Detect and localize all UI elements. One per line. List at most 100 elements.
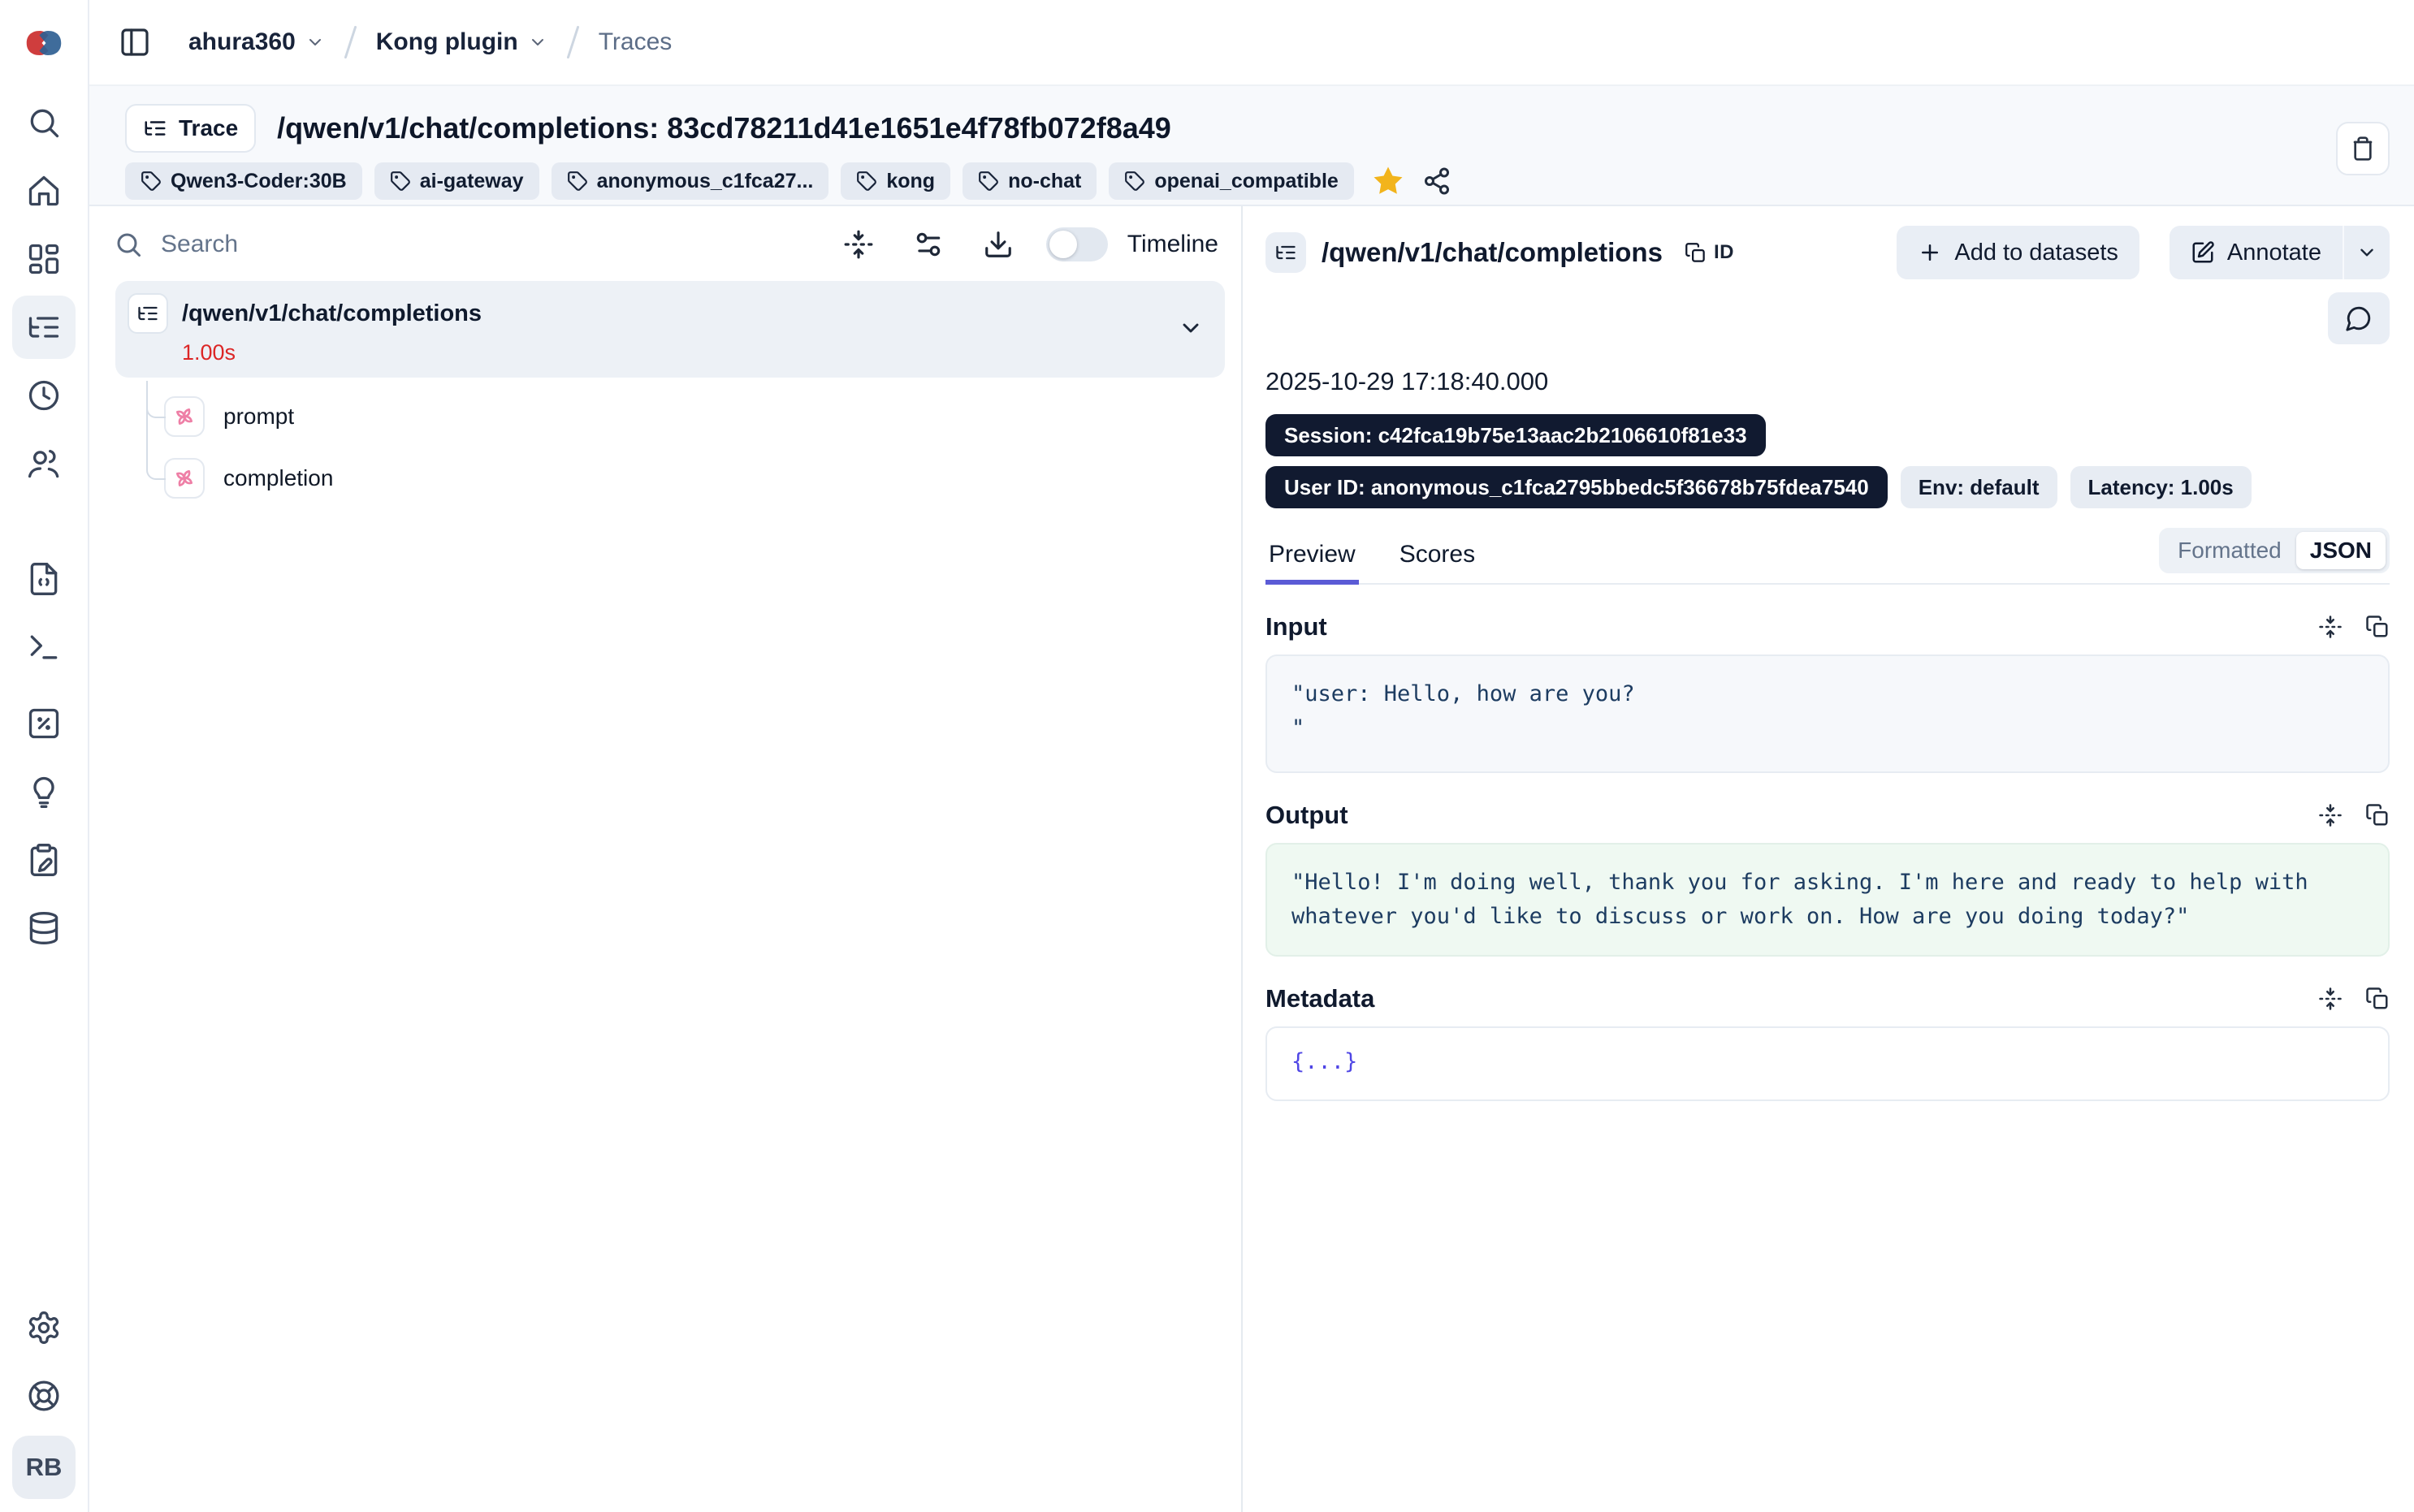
trace-badge-label: Trace <box>179 115 238 141</box>
list-tree-icon <box>26 309 62 345</box>
breadcrumb-project-label: Kong plugin <box>376 28 518 56</box>
user-id-badge[interactable]: User ID: anonymous_c1fca2795bbedc5f36678… <box>1265 466 1888 508</box>
tree-node-label: prompt <box>223 404 294 430</box>
share-button[interactable] <box>1422 166 1451 196</box>
lightbulb-icon <box>26 774 62 810</box>
view-settings-button[interactable] <box>913 229 944 260</box>
sidebar-item-home[interactable] <box>12 159 76 222</box>
tree-node-prompt[interactable]: prompt <box>115 394 1225 439</box>
copy-id-button[interactable]: ID <box>1685 241 1734 264</box>
detail-tabs: Preview Scores Formatted JSON <box>1265 528 2390 585</box>
tag-chip[interactable]: ai-gateway <box>374 162 539 200</box>
tag-icon <box>978 171 999 192</box>
copy-icon <box>2365 803 2390 827</box>
input-content: "user: Hello, how are you?" <box>1265 654 2390 773</box>
home-icon <box>26 173 62 209</box>
detail-header: /qwen/v1/chat/completions ID Add to data… <box>1265 226 2390 279</box>
sidebar-item-tracing[interactable] <box>12 296 76 359</box>
sidebar: RB <box>0 0 89 1512</box>
list-tree-icon <box>136 302 159 325</box>
sidebar-item-evaluators[interactable] <box>12 760 76 823</box>
trace-type-badge: Trace <box>125 104 256 153</box>
sidebar-item-playground[interactable] <box>12 616 76 679</box>
top-bar: ahura360 Kong plugin Traces <box>89 0 2414 86</box>
download-button[interactable] <box>983 229 1014 260</box>
comment-bubble-icon <box>2345 305 2373 332</box>
sidebar-item-annotation[interactable] <box>12 828 76 892</box>
app-logo[interactable] <box>0 0 88 86</box>
session-badge[interactable]: Session: c42fca19b75e13aac2b2106610f81e3… <box>1265 414 1766 456</box>
breadcrumb-org-label: ahura360 <box>188 28 296 56</box>
sidebar-item-settings[interactable] <box>12 1296 76 1359</box>
tab-scores[interactable]: Scores <box>1396 541 1478 583</box>
sidebar-toggle-button[interactable] <box>110 18 159 67</box>
pinwheel-icon <box>171 404 197 430</box>
collapse-section-button[interactable] <box>2318 615 2343 639</box>
tag-chip[interactable]: Qwen3-Coder:30B <box>125 162 362 200</box>
comments-button[interactable] <box>2328 292 2390 344</box>
chevron-down-icon <box>305 32 325 52</box>
collapse-node-button[interactable] <box>1178 315 1204 341</box>
tag-label: ai-gateway <box>420 170 524 193</box>
star-icon <box>1371 164 1405 198</box>
tree-node-root[interactable]: /qwen/v1/chat/completions 1.00s <box>115 281 1225 378</box>
copy-section-button[interactable] <box>2365 803 2390 827</box>
knot-logo-icon <box>19 19 68 67</box>
format-option-json[interactable]: JSON <box>2296 532 2386 569</box>
delete-trace-button[interactable] <box>2336 122 2390 175</box>
sidebar-nav: RB <box>0 86 88 1512</box>
tag-chip[interactable]: no-chat <box>963 162 1097 200</box>
add-to-datasets-button[interactable]: Add to datasets <box>1897 226 2139 279</box>
tag-label: openai_compatible <box>1154 170 1338 193</box>
bookmark-star-button[interactable] <box>1371 164 1405 198</box>
percent-square-icon <box>26 706 62 741</box>
input-line: " <box>1291 711 2364 745</box>
sidebar-item-search[interactable] <box>12 91 76 154</box>
list-tree-icon <box>1274 241 1297 264</box>
breadcrumb-org[interactable]: ahura360 <box>188 28 325 56</box>
tag-icon <box>390 171 411 192</box>
breadcrumb-page-traces[interactable]: Traces <box>599 28 673 56</box>
user-avatar[interactable]: RB <box>12 1436 76 1499</box>
sidebar-item-sessions[interactable] <box>12 364 76 427</box>
copy-section-button[interactable] <box>2365 615 2390 639</box>
annotate-button[interactable]: Annotate <box>2170 226 2343 279</box>
tag-chip[interactable]: openai_compatible <box>1109 162 1353 200</box>
file-code-icon <box>26 561 62 597</box>
sidebar-item-datasets[interactable] <box>12 896 76 960</box>
tag-label: anonymous_c1fca27... <box>597 170 814 193</box>
breadcrumb-project[interactable]: Kong plugin <box>376 28 547 56</box>
annotate-menu-button[interactable] <box>2343 226 2390 279</box>
tags-row: Qwen3-Coder:30B ai-gateway anonymous_c1f… <box>125 162 2382 200</box>
trace-tree: /qwen/v1/chat/completions 1.00s prompt <box>89 274 1241 501</box>
tree-node-completion[interactable]: completion <box>115 456 1225 501</box>
tab-preview[interactable]: Preview <box>1265 541 1359 585</box>
search-input[interactable]: Search <box>161 231 843 258</box>
tag-icon <box>856 171 877 192</box>
collapse-section-button[interactable] <box>2318 987 2343 1011</box>
sidebar-item-support[interactable] <box>12 1364 76 1428</box>
sidebar-item-scores[interactable] <box>12 692 76 755</box>
timeline-toggle[interactable] <box>1046 227 1108 261</box>
annotate-label: Annotate <box>2227 240 2321 266</box>
breadcrumb: ahura360 Kong plugin Traces <box>188 25 672 59</box>
collapse-all-button[interactable] <box>843 229 874 260</box>
format-option-formatted[interactable]: Formatted <box>2163 532 2296 569</box>
sidebar-item-dashboards[interactable] <box>12 227 76 291</box>
sidebar-item-users[interactable] <box>12 432 76 495</box>
trace-tree-panel: Search Timeline <box>89 206 1243 1512</box>
metadata-content[interactable]: {...} <box>1265 1026 2390 1101</box>
tag-chip[interactable]: anonymous_c1fca27... <box>552 162 829 200</box>
trace-detail-panel: /qwen/v1/chat/completions ID Add to data… <box>1243 206 2414 1512</box>
sidebar-item-prompts[interactable] <box>12 547 76 611</box>
copy-icon <box>2365 615 2390 639</box>
metadata-heading: Metadata <box>1265 984 1374 1013</box>
database-icon <box>26 910 62 946</box>
copy-section-button[interactable] <box>2365 987 2390 1011</box>
download-icon <box>983 229 1014 260</box>
tag-chip[interactable]: kong <box>841 162 950 200</box>
trash-icon <box>2350 136 2376 162</box>
collapse-section-button[interactable] <box>2318 803 2343 827</box>
format-toggle: Formatted JSON <box>2159 528 2390 573</box>
tag-label: no-chat <box>1008 170 1081 193</box>
